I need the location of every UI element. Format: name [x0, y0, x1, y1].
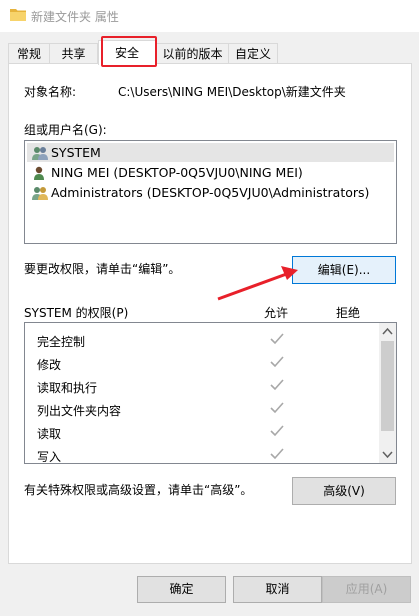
- apply-button[interactable]: 应用(A): [322, 576, 411, 603]
- table-row: 完全控制: [25, 329, 380, 352]
- users-group-icon: [32, 186, 48, 200]
- permission-name: 修改: [37, 358, 62, 372]
- object-name-value: C:\Users\NING MEI\Desktop\新建文件夹: [118, 85, 346, 99]
- folder-icon: [10, 9, 26, 21]
- users-group-icon: [32, 146, 48, 160]
- permission-name: 读取: [37, 427, 62, 441]
- permission-name: 读取和执行: [37, 381, 98, 395]
- edit-button[interactable]: 编辑(E)...: [292, 256, 396, 284]
- permission-name: 列出文件夹内容: [37, 404, 122, 418]
- advanced-hint: 有关特殊权限或高级设置，请单击“高级”。: [24, 483, 253, 497]
- users-listbox[interactable]: SYSTEM NING MEI (DESKTOP-0Q5VJU0\NING ME…: [24, 140, 397, 244]
- allow-header: 允许: [264, 306, 289, 320]
- table-row: 读取和执行: [25, 375, 380, 398]
- tab-previous-versions[interactable]: 以前的版本: [156, 43, 229, 63]
- list-item[interactable]: Administrators (DESKTOP-0Q5VJU0\Administ…: [27, 183, 394, 202]
- user-name: NING MEI (DESKTOP-0Q5VJU0\NING MEI): [51, 165, 303, 180]
- allow-check-icon: [270, 425, 284, 437]
- tab-strip: 常规 共享 安全 以前的版本 自定义: [8, 40, 412, 65]
- groups-label: 组或用户名(G):: [24, 123, 107, 137]
- allow-check-icon: [270, 379, 284, 391]
- scroll-up-icon[interactable]: [382, 326, 393, 337]
- title-bar: 新建文件夹 属性: [0, 0, 419, 32]
- deny-header: 拒绝: [336, 306, 361, 320]
- tab-sharing[interactable]: 共享: [49, 43, 98, 63]
- edit-hint: 要更改权限，请单击“编辑”。: [24, 262, 181, 276]
- table-row: 列出文件夹内容: [25, 398, 380, 421]
- permissions-list[interactable]: 完全控制 修改 读取和执行 列出文件夹内容 读取 写入: [24, 322, 397, 464]
- allow-check-icon: [270, 356, 284, 368]
- tab-highlight-box: [101, 36, 157, 67]
- table-row: 读取: [25, 421, 380, 444]
- allow-check-icon: [270, 333, 284, 345]
- permission-name: 完全控制: [37, 335, 86, 349]
- user-name: SYSTEM: [51, 145, 101, 160]
- cancel-button[interactable]: 取消: [233, 576, 322, 603]
- table-row: 写入: [25, 444, 380, 464]
- tab-customize[interactable]: 自定义: [228, 43, 278, 63]
- list-item[interactable]: NING MEI (DESKTOP-0Q5VJU0\NING MEI): [27, 163, 394, 182]
- object-name-label: 对象名称:: [24, 85, 77, 99]
- tab-general[interactable]: 常规: [8, 43, 50, 63]
- user-icon: [34, 166, 44, 180]
- advanced-button[interactable]: 高级(V): [292, 477, 396, 505]
- ok-button[interactable]: 确定: [137, 576, 226, 603]
- table-row: 修改: [25, 352, 380, 375]
- permissions-label: SYSTEM 的权限(P): [24, 306, 129, 320]
- list-item[interactable]: SYSTEM: [27, 143, 394, 162]
- allow-check-icon: [270, 448, 284, 460]
- window-title: 新建文件夹 属性: [31, 10, 119, 24]
- scrollbar-thumb[interactable]: [381, 341, 394, 431]
- user-name: Administrators (DESKTOP-0Q5VJU0\Administ…: [51, 185, 370, 200]
- allow-check-icon: [270, 402, 284, 414]
- permission-name: 写入: [37, 450, 62, 464]
- scroll-down-icon[interactable]: [382, 449, 393, 460]
- permissions-scrollbar[interactable]: [379, 323, 396, 463]
